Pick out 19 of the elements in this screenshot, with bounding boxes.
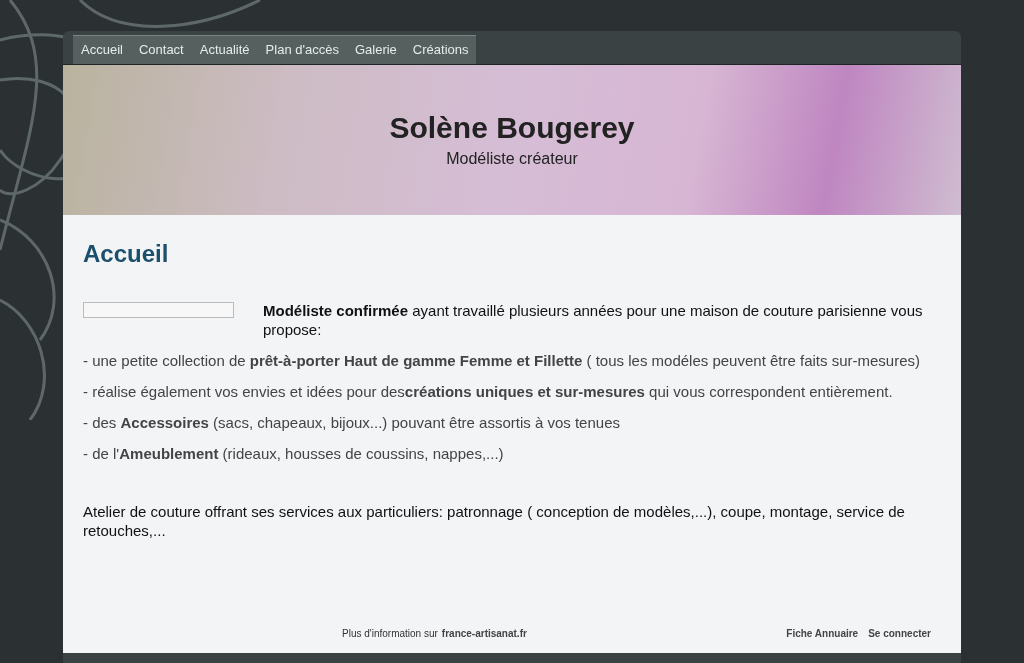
nav-tab[interactable]: Créations xyxy=(404,35,477,64)
info-text: Plus d'information sur xyxy=(342,627,438,641)
service-paragraph: - des Accessoires (sacs, chapeaux, bijoux...) pouvant être assortis à vos tenues xyxy=(83,413,621,432)
nav-tab[interactable]: Galerie xyxy=(346,35,405,64)
service-paragraph: - une petite collection de prêt-à-porter Haut de gamme Femme et Fillette ( tous les modéles peuvent être faits sur-mesures) xyxy=(83,351,921,370)
service-paragraph: - de l'Ameublement (rideaux, housses de coussins, nappes,...) xyxy=(83,444,505,463)
page-heading: Accueil xyxy=(83,239,170,269)
atelier-paragraph: Atelier de couture offrant ses services aux particuliers: patronnage ( conception de modèles,...), coupe, montage, service de retouches,... xyxy=(83,502,906,540)
nav-tab[interactable]: Accueil xyxy=(73,35,131,64)
footer-link[interactable]: Fiche Annuaire xyxy=(786,626,859,641)
info-link[interactable]: france-artisanat.fr xyxy=(441,626,527,641)
site-subtitle: Modéliste créateur xyxy=(446,148,578,169)
site-title: Solène Bougerey xyxy=(389,110,635,147)
footer-link[interactable]: Se connecter xyxy=(868,626,931,641)
nav-tab[interactable]: Actualité xyxy=(191,35,258,64)
intro-paragraph: Modéliste confirmée ayant travaillé plusieurs années pour une maison de couture parisienne vous propose: xyxy=(263,301,924,339)
service-paragraph: - réalise également vos envies et idées pour descréations uniques et sur-mesures qui vous correspondent entièrement. xyxy=(83,382,894,401)
nav-tab[interactable]: Contact xyxy=(130,35,192,64)
nav-tab[interactable]: Plan d'accès xyxy=(257,35,347,64)
